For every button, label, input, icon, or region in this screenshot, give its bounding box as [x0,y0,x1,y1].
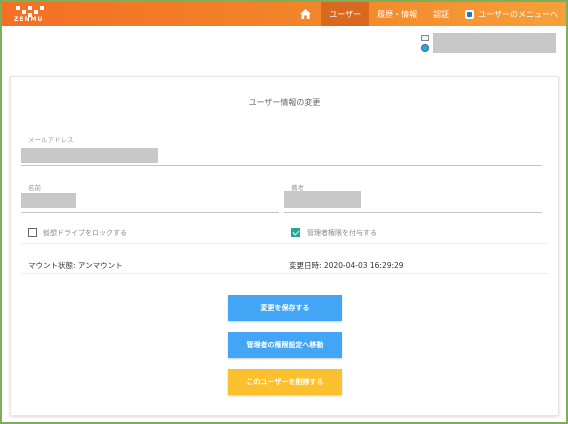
email-label: メールアドレス [28,136,74,144]
updated-at: 変更日時: 2020-04-03 16:29:29 [289,261,404,270]
admin-checkbox[interactable] [291,228,300,237]
logo-text: ZENMU [14,16,44,23]
note-field[interactable] [284,191,361,208]
divider [21,243,548,244]
name-underline [21,212,279,213]
user-menu-icon [465,9,475,19]
admin-settings-button[interactable]: 管理者の権限設定へ移動 [228,332,342,358]
nav-item-users[interactable]: ユーザー [321,2,370,26]
mount-status: マウント状態: アンマウント [28,261,123,270]
name-label: 名前 [28,184,41,192]
user-edit-card: ユーザー情報の変更 メールアドレス 名前 備考 仮想ドライブをロックする 管理者… [10,76,559,416]
image-icon [421,35,429,41]
save-button[interactable]: 変更を保存する [228,295,342,321]
lock-drive-label: 仮想ドライブをロックする [43,229,127,237]
nav-item-auth[interactable]: 認証 [425,2,457,26]
nav-item-history[interactable]: 履歴・情報 [369,2,425,26]
name-field[interactable] [21,193,76,208]
page-title: ユーザー情報の変更 [248,98,321,107]
email-field[interactable] [21,148,158,163]
email-underline [21,165,542,166]
nav-item-user-menu[interactable]: ユーザーのメニューへ [457,2,566,26]
nav-item-user-menu-label: ユーザーのメニューへ [478,9,558,19]
divider [21,273,548,274]
home-button[interactable] [290,2,321,26]
account-info-redacted [433,33,556,53]
admin-label: 管理者権限を付与する [307,229,377,237]
account-icons [421,35,431,52]
delete-user-button[interactable]: このユーザーを削除する [228,369,342,395]
main-nav: ユーザー 履歴・情報 認証 ユーザーのメニューへ [290,2,566,26]
lock-drive-checkbox[interactable] [28,228,37,237]
top-navigation-bar: ZENMU ユーザー 履歴・情報 認証 ユーザーのメニューへ [2,2,566,26]
home-icon [300,9,312,19]
note-underline [284,212,542,213]
globe-icon [421,44,429,52]
